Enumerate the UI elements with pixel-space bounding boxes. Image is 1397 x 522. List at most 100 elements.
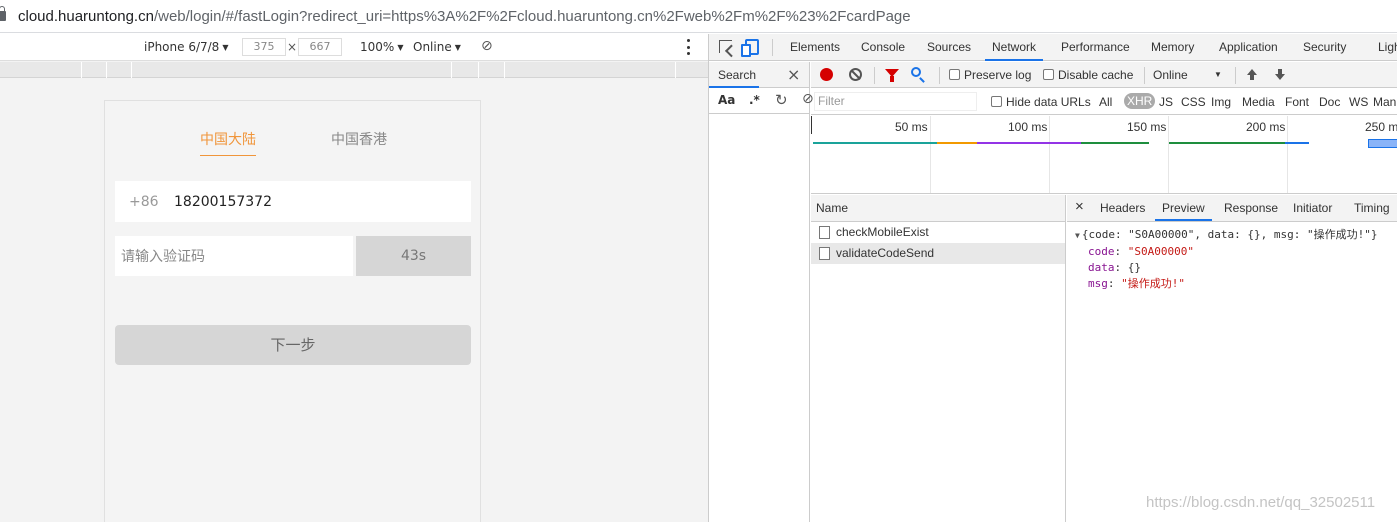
timeline-tick-label: 50 ms (895, 120, 928, 134)
hide-data-urls-checkbox[interactable]: Hide data URLs (991, 95, 1091, 109)
json-value: "操作成功!" (1121, 277, 1185, 290)
timeline-bar (977, 142, 1081, 144)
phone-number: 18200157372 (174, 193, 272, 210)
json-value: "S0A00000" (1127, 245, 1194, 258)
network-throttle-select[interactable]: Online (1153, 68, 1188, 82)
timeline-selection-marker (1368, 139, 1397, 148)
timeline-tick-label: 150 ms (1127, 120, 1167, 134)
address-bar[interactable]: cloud.huaruntong.cn/web/login/#/fastLogi… (0, 0, 1397, 33)
record-icon[interactable] (820, 68, 833, 81)
width-input[interactable]: 375 (242, 38, 286, 56)
checkbox-icon (949, 69, 960, 80)
json-summary-row[interactable]: ▼ {code: "S0A00000", data: {}, msg: "操作成功… (1075, 227, 1390, 244)
type-ws[interactable]: WS (1349, 95, 1368, 109)
disable-cache-checkbox[interactable]: Disable cache (1043, 68, 1133, 82)
rotate-icon[interactable]: ⊘ (481, 38, 493, 54)
filter-input[interactable]: Filter (814, 92, 977, 111)
tab-initiator[interactable]: Initiator (1293, 201, 1332, 215)
regex-toggle[interactable]: .* (749, 93, 760, 107)
tab-mainland[interactable]: 中国大陆 (200, 129, 256, 156)
device-toolbar: iPhone 6/7/8 ▼ 375 × 667 100% ▼ Online ▼ ⊘ (0, 34, 708, 61)
inspect-element-icon[interactable] (719, 40, 732, 53)
more-options-icon[interactable] (686, 39, 690, 55)
tab-sources[interactable]: Sources (927, 34, 971, 61)
tab-lighthouse[interactable]: Lighthouse (1378, 34, 1397, 61)
match-case-toggle[interactable]: Aa (718, 93, 735, 107)
dropdown-arrow-icon: ▼ (222, 43, 229, 52)
export-har-icon[interactable] (1275, 69, 1285, 81)
request-name: validateCodeSend (836, 246, 935, 260)
tab-headers[interactable]: Headers (1100, 201, 1145, 215)
tab-network[interactable]: Network (985, 34, 1044, 61)
preserve-log-label: Preserve log (964, 68, 1032, 82)
type-font[interactable]: Font (1285, 95, 1309, 109)
type-xhr[interactable]: XHR (1124, 93, 1156, 109)
search-icon[interactable] (911, 67, 921, 77)
request-name: checkMobileExist (836, 225, 929, 239)
search-options: Aa .* ↻ ⊘ (709, 88, 814, 114)
request-row-selected[interactable]: validateCodeSend (811, 243, 1065, 264)
tab-application[interactable]: Application (1219, 34, 1278, 61)
expand-caret-icon[interactable]: ▼ (1075, 231, 1080, 240)
json-preview: ▼ {code: "S0A00000", data: {}, msg: "操作成功… (1067, 222, 1397, 297)
tab-elements[interactable]: Elements (790, 34, 840, 61)
name-column-header[interactable]: Name (811, 195, 1065, 222)
countdown-button[interactable]: 43s (356, 236, 471, 276)
country-code[interactable]: +86 (129, 194, 174, 210)
verification-code-input[interactable]: 请输入验证码 (115, 236, 353, 276)
type-img[interactable]: Img (1211, 95, 1231, 109)
throttle-select[interactable]: Online ▼ (413, 40, 461, 54)
type-css[interactable]: CSS (1181, 95, 1206, 109)
timeline-gridline (1168, 116, 1169, 193)
next-step-button[interactable]: 下一步 (115, 325, 471, 365)
tab-hongkong[interactable]: 中国香港 (331, 129, 387, 149)
timeline-bar (1285, 142, 1309, 144)
device-select[interactable]: iPhone 6/7/8 ▼ (144, 40, 228, 54)
tab-performance[interactable]: Performance (1061, 34, 1130, 61)
tab-preview[interactable]: Preview (1155, 201, 1212, 221)
close-icon[interactable]: × (787, 65, 800, 84)
type-doc[interactable]: Doc (1319, 95, 1340, 109)
filter-bar: Filter Hide data URLs All XHR JS CSS Img… (811, 89, 1397, 115)
search-tab[interactable]: Search (718, 68, 756, 82)
import-har-icon[interactable] (1247, 69, 1257, 81)
type-manifest[interactable]: Manifest (1373, 95, 1397, 109)
tab-console[interactable]: Console (861, 34, 905, 61)
network-toolbar: Preserve log Disable cache Online ▼ (811, 62, 1397, 88)
phone-viewport: 中国大陆 中国香港 +86 18200157372 请输入验证码 43s 下一步 (104, 100, 481, 522)
tab-response[interactable]: Response (1224, 201, 1278, 215)
filter-icon[interactable] (885, 69, 899, 82)
dropdown-arrow-icon: ▼ (397, 43, 404, 52)
clear-log-icon[interactable] (849, 68, 862, 81)
tab-memory[interactable]: Memory (1151, 34, 1194, 61)
request-list: Name checkMobileExist validateCodeSend (811, 195, 1066, 522)
json-field: code: "S0A00000" (1088, 245, 1194, 258)
network-timeline[interactable]: 50 ms 100 ms 150 ms 200 ms 250 ms (811, 116, 1397, 194)
type-js[interactable]: JS (1159, 95, 1173, 109)
device-label: iPhone 6/7/8 (144, 40, 220, 54)
device-pane: iPhone 6/7/8 ▼ 375 × 667 100% ▼ Online ▼ ⊘ … (0, 34, 708, 522)
document-icon (819, 247, 830, 260)
timeline-gridline (930, 116, 931, 193)
type-all[interactable]: All (1099, 95, 1112, 109)
phone-field[interactable]: +86 18200157372 (115, 181, 471, 222)
request-detail: × Headers Preview Response Initiator Tim… (1067, 195, 1397, 522)
preserve-log-checkbox[interactable]: Preserve log (949, 68, 1031, 82)
document-icon (819, 226, 830, 239)
search-drawer-header: Search × (709, 62, 809, 88)
timeline-start-marker (811, 116, 812, 134)
disable-cache-label: Disable cache (1058, 68, 1134, 82)
json-key: code (1088, 245, 1115, 258)
device-toggle-icon[interactable] (741, 39, 759, 57)
refresh-icon[interactable]: ↻ (775, 91, 788, 109)
tab-security[interactable]: Security (1303, 34, 1346, 61)
close-icon[interactable]: × (1075, 198, 1084, 215)
zoom-select[interactable]: 100% ▼ (360, 40, 403, 54)
type-media[interactable]: Media (1242, 95, 1275, 109)
tab-timing[interactable]: Timing (1354, 201, 1390, 215)
media-query-ruler[interactable] (0, 62, 708, 78)
height-input[interactable]: 667 (298, 38, 342, 56)
hide-data-urls-label: Hide data URLs (1006, 95, 1091, 109)
url-text[interactable]: cloud.huaruntong.cn/web/login/#/fastLogi… (18, 8, 911, 25)
request-row[interactable]: checkMobileExist (811, 222, 1065, 243)
